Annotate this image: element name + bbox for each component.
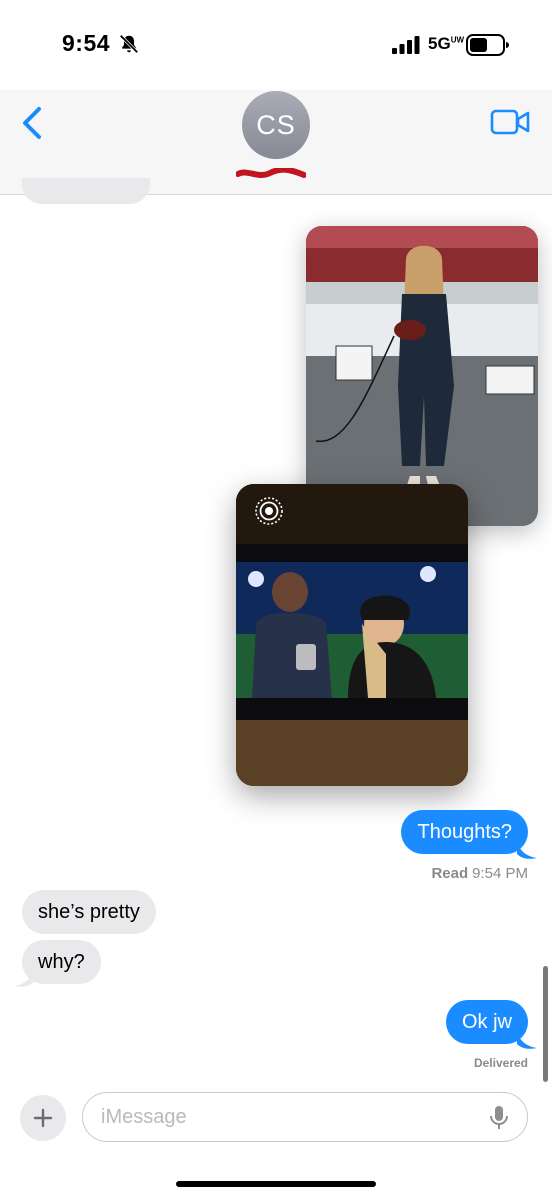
read-receipt: Read 9:54 PM	[431, 865, 528, 882]
bubble-tail	[14, 968, 34, 987]
read-time: 9:54 PM	[472, 865, 528, 882]
bubble-tail	[517, 1030, 537, 1049]
microphone-icon[interactable]	[489, 1105, 509, 1131]
photo-attachment-1[interactable]	[306, 226, 538, 526]
message-text: Ok jw	[462, 1011, 512, 1033]
message-input-field[interactable]	[82, 1092, 528, 1142]
photo-attachment-2[interactable]	[236, 484, 468, 786]
redaction-scribble	[236, 168, 306, 178]
sent-message-bubble[interactable]: Thoughts?	[401, 810, 528, 854]
contact-avatar[interactable]: CS	[242, 91, 310, 159]
add-attachment-button[interactable]	[20, 1095, 66, 1141]
bell-slash-icon	[119, 34, 139, 54]
sent-message-bubble[interactable]: Ok jw	[446, 1000, 528, 1044]
battery-icon	[466, 34, 509, 56]
back-chevron-icon[interactable]	[20, 106, 46, 140]
scroll-indicator[interactable]	[543, 966, 548, 1082]
photo-2-image	[236, 484, 468, 786]
plus-icon	[33, 1108, 53, 1128]
messages-screen: 9:54 5GUW CS Thoughts? Read 9:54 PM she’…	[0, 0, 552, 1200]
live-photo-icon	[255, 497, 283, 525]
home-indicator[interactable]	[176, 1181, 376, 1187]
status-bar: 9:54 5GUW	[0, 0, 552, 90]
received-message-bubble[interactable]: she’s pretty	[22, 890, 156, 934]
imessage-input[interactable]	[101, 1103, 471, 1131]
video-call-icon[interactable]	[490, 108, 530, 136]
message-text: Thoughts?	[417, 821, 512, 843]
read-label: Read	[431, 865, 469, 882]
delivered-status: Delivered	[473, 1056, 528, 1070]
status-time: 9:54	[62, 30, 111, 56]
network-label: 5GUW	[428, 34, 465, 53]
message-text: she’s pretty	[38, 901, 140, 923]
signal-bars-icon	[392, 36, 420, 54]
avatar-initials: CS	[256, 109, 296, 140]
photo-1-image	[306, 226, 538, 526]
message-text: why?	[38, 951, 85, 973]
previous-message-bubble	[22, 178, 150, 204]
bubble-tail	[517, 840, 537, 859]
